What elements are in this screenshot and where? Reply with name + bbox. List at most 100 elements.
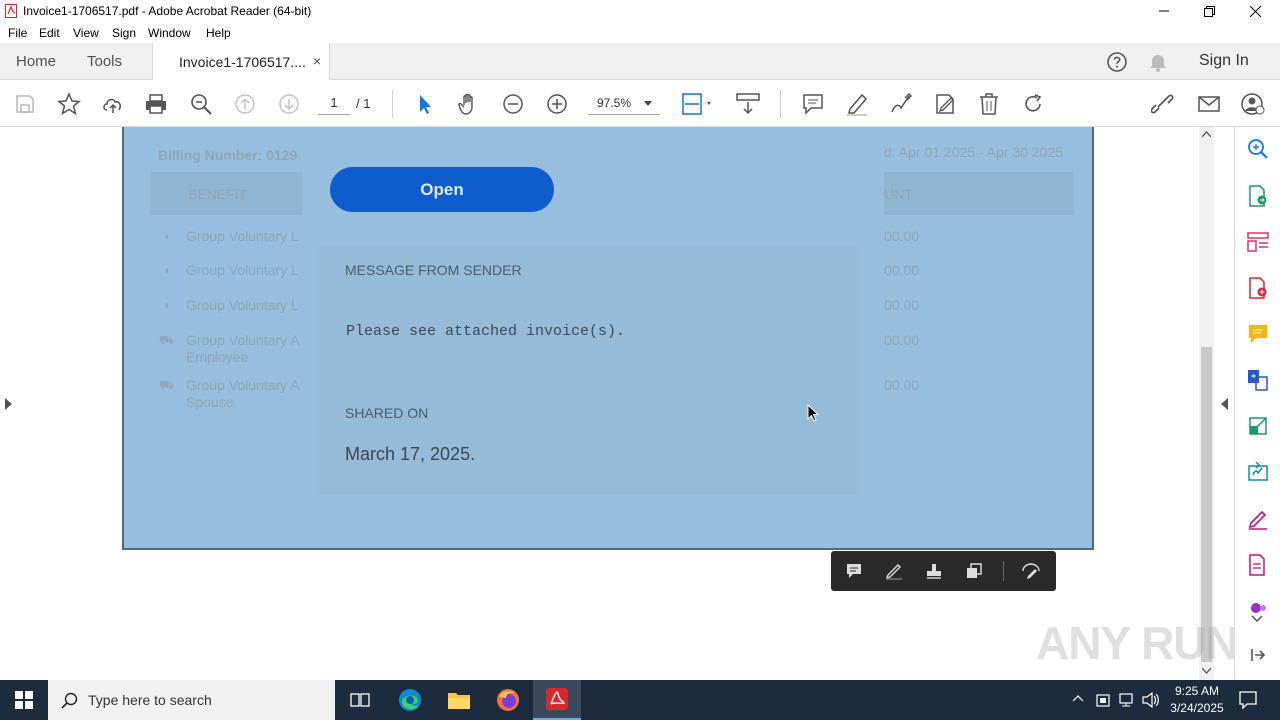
email-icon[interactable] (1196, 91, 1222, 117)
zoom-in-icon[interactable] (544, 91, 570, 117)
delete-trash-icon[interactable] (976, 91, 1002, 117)
firefox-icon[interactable] (484, 680, 532, 720)
add-user-icon[interactable] (1240, 91, 1266, 117)
tab-home[interactable]: Home (16, 53, 56, 70)
scroll-mode-icon[interactable] (734, 91, 762, 117)
organize-pages-icon[interactable] (1247, 231, 1269, 253)
network-icon[interactable] (1118, 692, 1136, 708)
mouse-cursor-icon (807, 404, 819, 422)
benefit-name: Group Voluntary A (186, 377, 300, 393)
benefit-amount: 00.00 (884, 297, 920, 313)
tab-tools[interactable]: Tools (87, 53, 122, 70)
benefit-name: Group Voluntary A (186, 332, 300, 348)
select-cursor-icon[interactable] (412, 91, 438, 117)
menu-view[interactable]: View (73, 26, 99, 40)
sign-in-link[interactable]: Sign In (1199, 52, 1249, 70)
combine-files-icon[interactable] (1247, 369, 1269, 391)
upload-cloud-icon[interactable] (100, 91, 126, 117)
hand-tool-icon[interactable] (456, 91, 482, 117)
menu-file[interactable]: File (8, 26, 27, 40)
benefit-row-icon: ◖ (163, 229, 171, 243)
menu-edit[interactable]: Edit (39, 26, 60, 40)
expand-tools-chevron-icon[interactable] (1251, 615, 1263, 623)
defender-icon[interactable] (1096, 692, 1110, 708)
comment-icon[interactable] (800, 91, 826, 117)
menu-bar: File Edit View Sign Window Help (0, 22, 1280, 43)
page-fit-icon[interactable] (680, 91, 716, 117)
scroll-up-icon[interactable] (1202, 131, 1211, 137)
zoom-level-select[interactable]: 97.5% (588, 93, 660, 115)
show-hidden-icons-icon[interactable] (1072, 694, 1084, 702)
open-button[interactable]: Open (330, 167, 554, 212)
fill-sign-icon[interactable] (932, 91, 958, 117)
previous-page-icon[interactable] (232, 91, 258, 117)
chevron-down-icon (644, 101, 652, 106)
minimize-button[interactable] (1141, 0, 1187, 22)
start-button[interactable] (0, 680, 48, 720)
share-link-icon[interactable] (1151, 91, 1177, 117)
compress-pdf-icon[interactable] (1247, 415, 1269, 437)
taskbar-search-box[interactable]: Type here to search (48, 680, 335, 720)
menu-window[interactable]: Window (148, 26, 191, 40)
help-icon[interactable] (1106, 51, 1128, 73)
search-placeholder: Type here to search (88, 692, 212, 708)
fill-and-sign-icon[interactable] (1247, 508, 1269, 530)
menu-help[interactable]: Help (206, 26, 231, 40)
left-pane-toggle-icon[interactable] (5, 398, 12, 410)
close-tab-icon[interactable]: × (313, 53, 321, 69)
shared-date: March 17, 2025. (345, 444, 476, 464)
comment-tool-icon[interactable] (1247, 323, 1269, 345)
tab-document[interactable]: Invoice1-1706517.... × (152, 43, 330, 81)
edit-pdf-icon[interactable] (1247, 554, 1269, 576)
file-explorer-icon[interactable] (435, 680, 483, 720)
benefit-amount: 00.00 (884, 332, 920, 348)
page-number-input[interactable]: 1 (318, 93, 350, 115)
highlight-pen-icon[interactable] (844, 91, 870, 117)
close-window-button[interactable] (1232, 0, 1278, 22)
benefit-subname: Employee (186, 349, 249, 365)
benefit-row-icon: ⛟ (159, 333, 175, 347)
toolbar: 1 / 1 97.5% (0, 80, 1280, 127)
zoom-out-icon[interactable] (500, 91, 526, 117)
pdf-page: Billing Number: 0129 d: Apr 01 2025 - Ap… (122, 127, 1094, 550)
notification-bell-icon[interactable] (1149, 52, 1167, 72)
task-view-icon[interactable] (336, 680, 384, 720)
comment-icon[interactable] (844, 561, 864, 581)
create-pdf-icon[interactable] (1247, 277, 1269, 299)
next-page-icon[interactable] (276, 91, 302, 117)
zoom-search-icon[interactable] (1247, 138, 1269, 160)
message-panel: MESSAGE FROM SENDER Please see attached … (319, 245, 857, 495)
edit-pdf-icon[interactable] (1021, 561, 1041, 581)
export-pdf-icon[interactable] (1247, 185, 1269, 207)
send-for-signature-icon[interactable] (1247, 461, 1269, 483)
right-pane-toggle-icon[interactable] (1221, 398, 1228, 410)
stamp-icon[interactable] (924, 561, 944, 581)
zoom-search-icon[interactable] (188, 91, 214, 117)
print-icon[interactable] (143, 91, 169, 117)
draw-freeform-icon[interactable] (888, 91, 914, 117)
highlight-pen-icon[interactable] (884, 561, 904, 581)
scroll-thumb[interactable] (1201, 347, 1212, 662)
edge-browser-icon[interactable] (386, 680, 434, 720)
benefit-subname: Spouse (186, 394, 234, 410)
system-clock[interactable]: 9:25 AM 3/24/2025 (1162, 683, 1232, 717)
acrobat-taskbar-button[interactable] (533, 680, 581, 720)
rotate-icon[interactable] (1020, 91, 1046, 117)
bookmark-star-icon[interactable] (56, 91, 82, 117)
volume-icon[interactable] (1142, 692, 1160, 708)
vertical-scrollbar[interactable] (1199, 127, 1214, 680)
menu-sign[interactable]: Sign (112, 26, 136, 40)
quick-tools-bar (831, 551, 1056, 591)
page-total: / 1 (356, 96, 371, 111)
benefit-amount: 00.00 (884, 262, 920, 278)
save-icon[interactable] (12, 91, 38, 117)
benefit-name: Group Voluntary L (186, 228, 299, 244)
acrobat-app-icon (5, 4, 17, 18)
benefit-name: Group Voluntary L (186, 297, 299, 313)
benefit-row-icon: ⛟ (159, 378, 175, 392)
notifications-icon[interactable] (1239, 691, 1257, 709)
windows-taskbar: Type here to search 9:25 AM 3/24/2025 (0, 680, 1280, 720)
restore-button[interactable] (1186, 0, 1232, 22)
collapse-pane-icon[interactable] (1251, 648, 1265, 662)
copy-icon[interactable] (964, 561, 984, 581)
